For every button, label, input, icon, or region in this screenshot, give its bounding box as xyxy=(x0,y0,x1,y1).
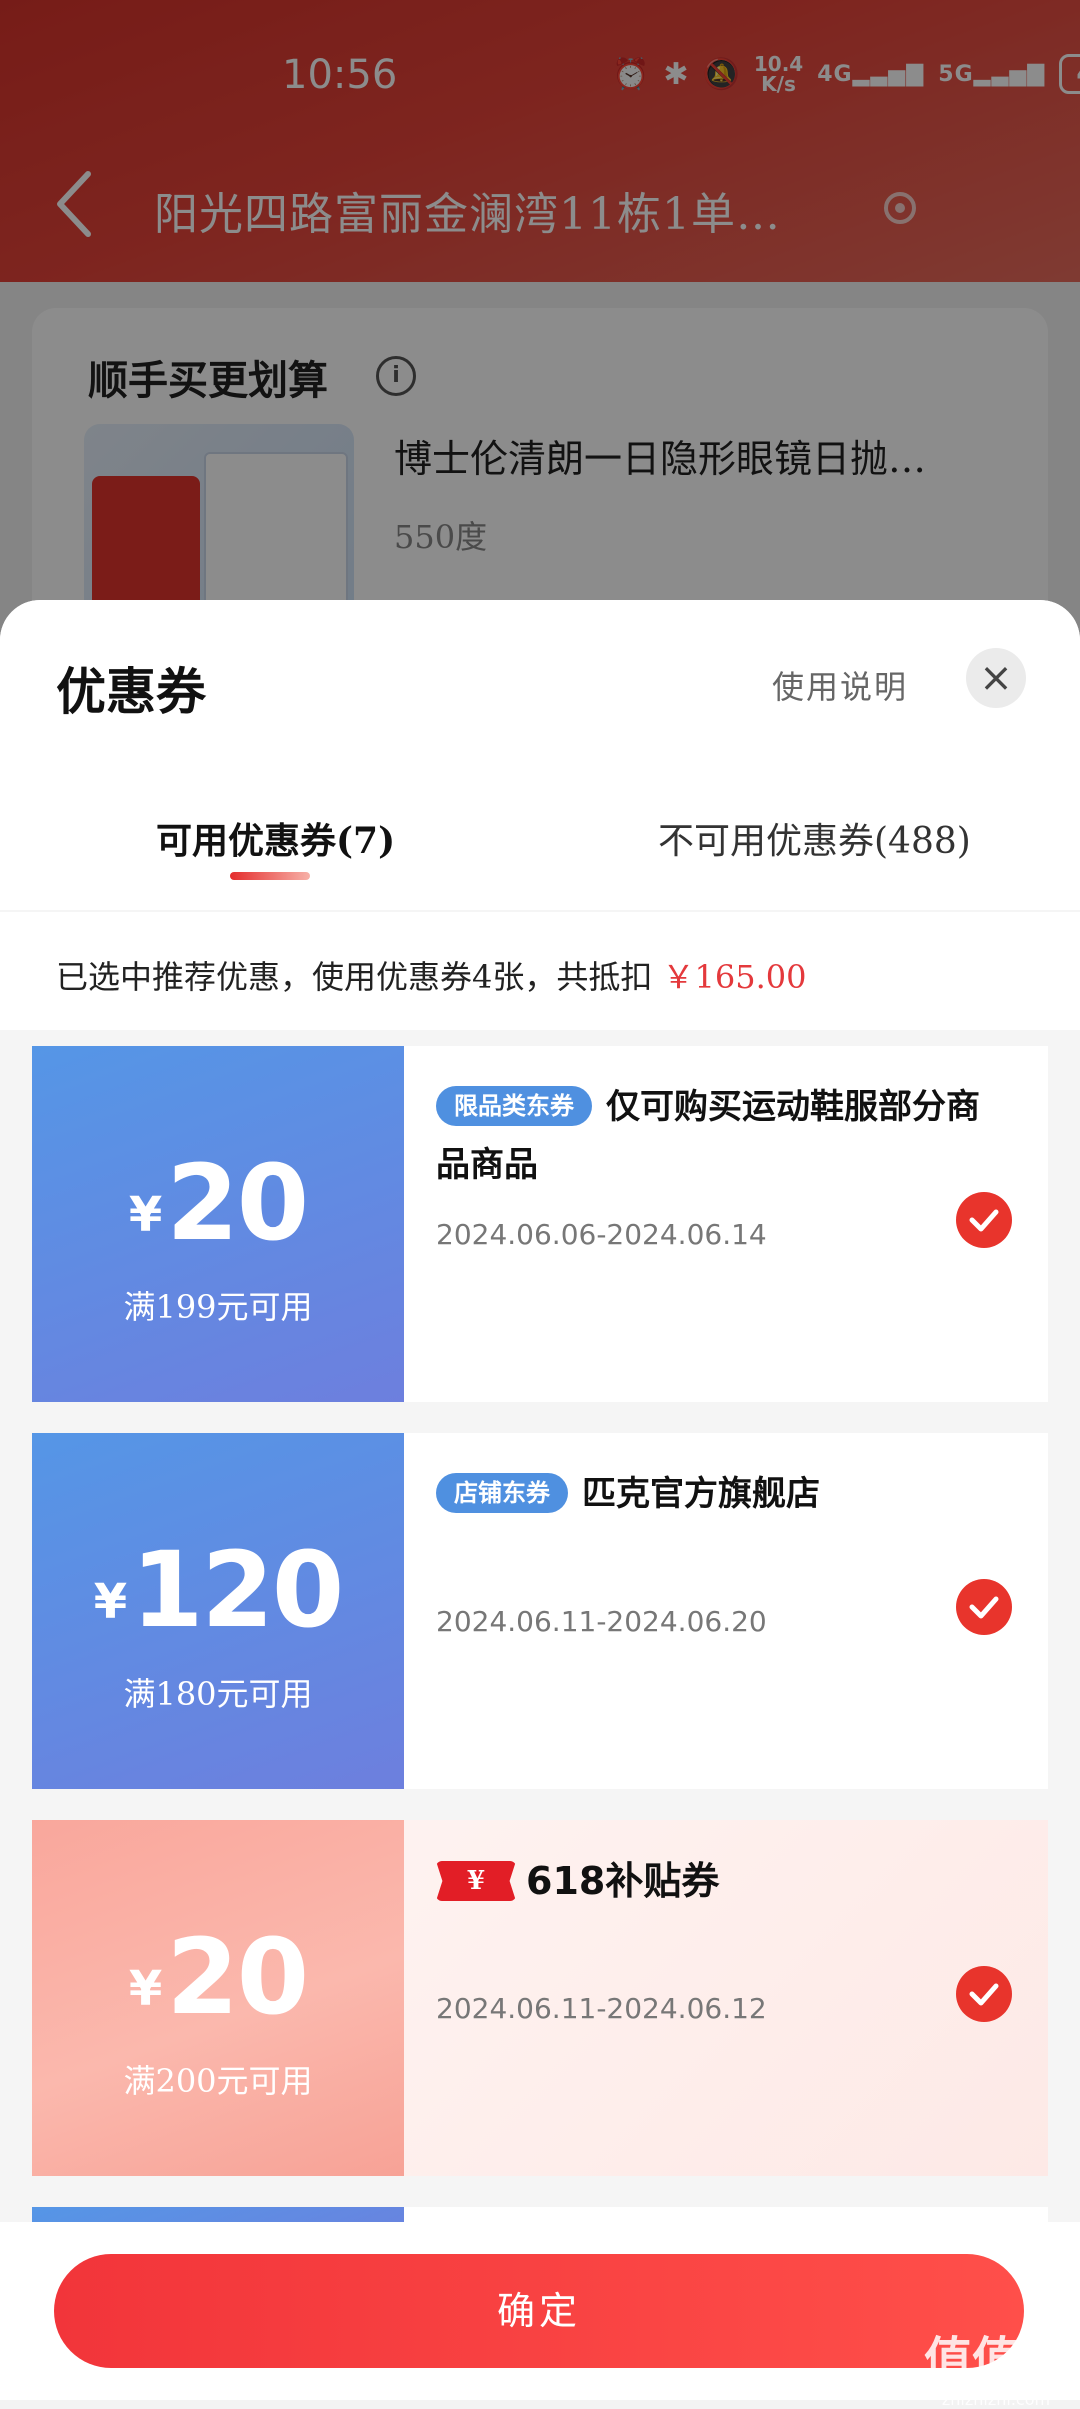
coupon-card[interactable]: ¥120 满180元可用 店铺东券 匹克官方旗舰店 2024.06.11-2024… xyxy=(32,1433,1048,1789)
sheet-title: 优惠券 xyxy=(56,663,206,721)
coupon-value-panel: ¥20 满199元可用 xyxy=(32,1046,404,1402)
coupon-threshold: 满180元可用 xyxy=(123,1675,313,1713)
coupon-dates: 2024.06.11-2024.06.12 xyxy=(436,1992,767,2025)
summary-text: 已选中推荐优惠，使用优惠券4张，共抵扣 ￥165.00 xyxy=(56,958,807,996)
selection-summary: 已选中推荐优惠，使用优惠券4张，共抵扣 ￥165.00 xyxy=(0,912,1080,1030)
summary-amount: ￥165.00 xyxy=(662,958,807,996)
checkmark-icon[interactable] xyxy=(956,1966,1012,2022)
coupon-value-panel: ¥20 满200元可用 xyxy=(32,1820,404,2176)
sheet-footer: 确定 xyxy=(0,2222,1080,2400)
coupon-tag: 店铺东券 xyxy=(436,1473,568,1513)
watermark: 值值值 zhizhizhi.com xyxy=(924,2332,1069,2409)
coupon-value-panel: ¥120 满180元可用 xyxy=(32,1433,404,1789)
checkmark-icon[interactable] xyxy=(956,1579,1012,1635)
yen-ticket-icon: ¥ xyxy=(436,1861,516,1901)
coupon-threshold: 满200元可用 xyxy=(123,2062,313,2100)
tab-unavailable[interactable]: 不可用优惠券(488) xyxy=(658,812,971,864)
coupon-amount: ¥120 xyxy=(93,1529,345,1651)
confirm-button[interactable]: 确定 xyxy=(54,2254,1024,2368)
coupon-threshold: 满199元可用 xyxy=(123,1288,313,1326)
coupon-amount: ¥20 xyxy=(128,1916,309,2038)
coupon-dates: 2024.06.06-2024.06.14 xyxy=(436,1218,767,1251)
tab-underline xyxy=(230,872,310,880)
close-icon[interactable]: × xyxy=(966,648,1026,708)
coupon-tag: 限品类东券 xyxy=(436,1086,592,1126)
coupon-description: 店铺东券 匹克官方旗舰店 xyxy=(436,1465,996,1523)
coupon-card[interactable]: ¥20 满200元可用 ¥ 618补贴券 2024.06.11-2024.06.… xyxy=(32,1820,1048,2176)
coupon-description: 限品类东券 仅可购买运动鞋服部分商品商品 xyxy=(436,1086,980,1185)
sheet-header: 优惠券 使用说明 × 可用优惠券(7) 不可用优惠券(488) xyxy=(0,600,1080,910)
coupon-description: ¥ 618补贴券 xyxy=(436,1852,996,1910)
checkmark-icon[interactable] xyxy=(956,1192,1012,1248)
coupon-dates: 2024.06.11-2024.06.20 xyxy=(436,1605,767,1638)
usage-instructions-link[interactable]: 使用说明 xyxy=(772,662,908,708)
coupon-card[interactable]: ¥20 满199元可用 限品类东券 仅可购买运动鞋服部分商品商品 2024.06.… xyxy=(32,1046,1048,1402)
tab-available[interactable]: 可用优惠券(7) xyxy=(156,812,395,864)
coupon-amount: ¥20 xyxy=(128,1142,309,1264)
coupon-sheet: 优惠券 使用说明 × 可用优惠券(7) 不可用优惠券(488) 已选中推荐优惠，… xyxy=(0,600,1080,2400)
